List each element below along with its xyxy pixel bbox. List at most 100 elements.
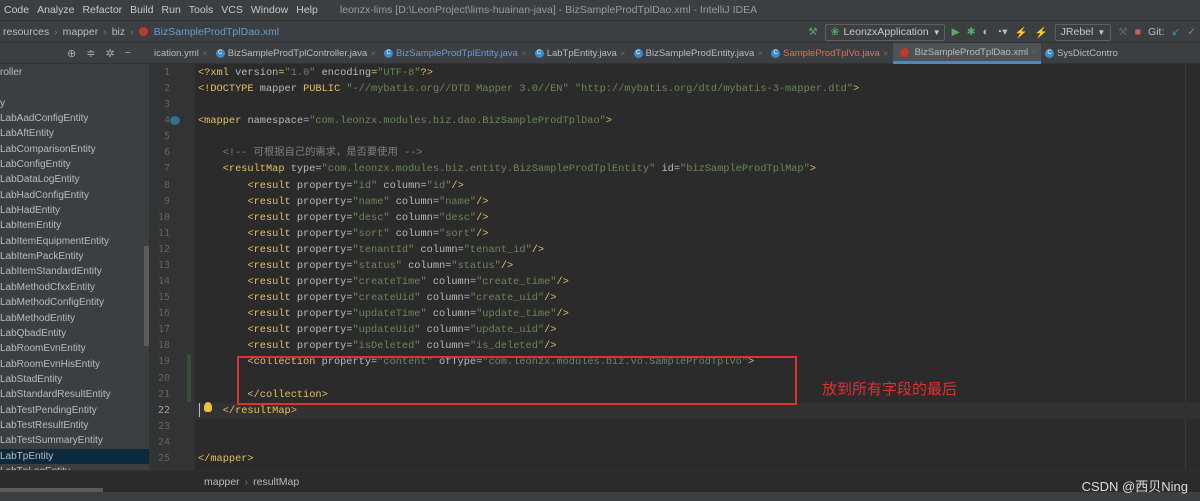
token-val: "com.leonzx.modules.biz.dao.BizSamplePro…: [309, 115, 606, 128]
tree-item[interactable]: LabTestResultEntity: [0, 418, 149, 433]
tree-item[interactable]: LabRoomEvnHisEntity: [0, 357, 149, 372]
tree-item[interactable]: LabMethodConfigEntity: [0, 295, 149, 310]
close-tab-icon[interactable]: ✕: [620, 50, 626, 58]
menu-refactor[interactable]: Refactor: [78, 4, 126, 16]
menu-tools[interactable]: Tools: [185, 4, 218, 16]
breadcrumb-resources[interactable]: resources: [0, 26, 52, 38]
debug-icon[interactable]: ✱: [967, 26, 976, 38]
tab-sysdictcontro[interactable]: C SysDictContro: [1041, 43, 1122, 64]
token-tag: <result: [247, 243, 297, 256]
code-line[interactable]: </resultMap>: [198, 403, 297, 419]
tree-item[interactable]: [0, 80, 149, 95]
tree-item[interactable]: LabMethodEntity: [0, 311, 149, 326]
tree-item[interactable]: LabTestPendingEntity: [0, 403, 149, 418]
code-line[interactable]: <result property="sort" column="sort"/>: [198, 226, 488, 242]
code-line[interactable]: <mapper namespace="com.leonzx.modules.bi…: [198, 113, 612, 129]
menu-help[interactable]: Help: [292, 4, 322, 16]
tree-item[interactable]: LabComparisonEntity: [0, 142, 149, 157]
jrebel-select[interactable]: JRebel ▼: [1054, 23, 1112, 41]
menu-window[interactable]: Window: [247, 4, 292, 16]
collapse-icon[interactable]: ≑: [81, 47, 100, 60]
code-line[interactable]: <result property="createTime" column="cr…: [198, 274, 568, 290]
mybatis-mapper-icon[interactable]: [170, 116, 180, 125]
code-line[interactable]: <result property="updateUid" column="upd…: [198, 322, 556, 338]
tree-item[interactable]: LabStandardResultEntity: [0, 387, 149, 402]
tree-item[interactable]: LabTpEntity: [0, 448, 149, 464]
close-tab-icon[interactable]: ✕: [1031, 48, 1037, 56]
code-line[interactable]: <!DOCTYPE mapper PUBLIC "-//mybatis.org/…: [198, 81, 859, 97]
lightbulb-icon[interactable]: [204, 402, 212, 412]
build-hammer-icon[interactable]: ⚒: [808, 26, 817, 38]
breadcrumb-mapper[interactable]: mapper: [60, 26, 102, 38]
tab-label: SysDictContro: [1057, 48, 1118, 59]
tree-item[interactable]: LabStadEntity: [0, 372, 149, 387]
menu-run[interactable]: Run: [158, 4, 185, 16]
code-line[interactable]: <resultMap type="com.leonzx.modules.biz.…: [198, 161, 816, 177]
hide-icon[interactable]: −: [120, 47, 136, 59]
code-line[interactable]: <result property="updateTime" column="up…: [198, 306, 568, 322]
code-line[interactable]: <?xml version="1.0" encoding="UTF-8"?>: [198, 65, 433, 81]
code-line[interactable]: <result property="name" column="name"/>: [198, 194, 488, 210]
code-line[interactable]: </mapper>: [198, 451, 254, 467]
tree-item[interactable]: LabAftEntity: [0, 126, 149, 141]
gear-icon[interactable]: ✲: [100, 47, 119, 60]
code-line[interactable]: <result property="desc" column="desc"/>: [198, 210, 488, 226]
tree-item[interactable]: LabQbadEntity: [0, 326, 149, 341]
structure-crumb-resultmap[interactable]: resultMap: [250, 476, 302, 488]
tab-bizsampleprodtplcontroller-java[interactable]: C BizSampleProdTplController.java ✕: [212, 43, 380, 64]
close-tab-icon[interactable]: ✕: [202, 50, 208, 58]
close-tab-icon[interactable]: ✕: [883, 50, 889, 58]
structure-crumb-mapper[interactable]: mapper: [201, 476, 243, 488]
breadcrumb-biz[interactable]: biz: [109, 26, 128, 38]
tab-bizsampleprodtplentity-java[interactable]: C BizSampleProdTplEntity.java ✕: [380, 43, 531, 64]
coverage-icon[interactable]: ◐: [983, 26, 989, 38]
tab-sampleprodtplvo-java[interactable]: C SampleProdTplVo.java ✕: [767, 43, 893, 64]
menu-vcs[interactable]: VCS: [217, 4, 247, 16]
code-line[interactable]: <!-- 可根据自己的需求，是否要使用 -->: [198, 145, 423, 161]
code-line[interactable]: <result property="isDeleted" column="is_…: [198, 338, 556, 354]
close-tab-icon[interactable]: ✕: [521, 50, 527, 58]
jrebel-debug-icon[interactable]: ⚡: [1035, 26, 1048, 39]
locate-icon[interactable]: ⊕: [62, 47, 81, 60]
tree-item[interactable]: LabRoomEvnEntity: [0, 341, 149, 356]
tab-bizsampleprodtpldao-xml[interactable]: BizSampleProdTplDao.xml ✕: [892, 43, 1042, 64]
tree-item[interactable]: LabAadConfigEntity: [0, 111, 149, 126]
tree-item[interactable]: LabTestSummaryEntity: [0, 433, 149, 448]
run-config-select[interactable]: ❀ LeonzxApplication ▼: [824, 23, 945, 41]
code-line[interactable]: <result property="status" column="status…: [198, 258, 513, 274]
jrebel-run-icon[interactable]: ⚡: [1015, 26, 1028, 39]
git-update-icon[interactable]: ↙: [1171, 26, 1180, 38]
tree-item[interactable]: y: [0, 96, 149, 111]
close-tab-icon[interactable]: ✕: [757, 50, 763, 58]
tab-bizsampleprodentity-java[interactable]: C BizSampleProdEntity.java ✕: [630, 43, 767, 64]
sidebar-horizontal-scrollbar[interactable]: [0, 488, 103, 492]
tree-item[interactable]: LabDataLogEntity: [0, 172, 149, 187]
line-number: 12: [157, 243, 170, 255]
token-tag: PUBLIC: [303, 83, 347, 96]
close-tab-icon[interactable]: ✕: [370, 50, 376, 58]
tree-item[interactable]: LabItemEntity: [0, 218, 149, 233]
sidebar-scrollbar[interactable]: [144, 246, 149, 346]
tree-item[interactable]: LabHadConfigEntity: [0, 188, 149, 203]
code-line[interactable]: <result property="createUid" column="cre…: [198, 290, 556, 306]
breadcrumb-file[interactable]: BizSampleProdTplDao.xml: [151, 26, 282, 38]
profile-icon[interactable]: ◔▾: [996, 26, 1008, 38]
token-attr: column: [426, 308, 470, 321]
code-line[interactable]: <result property="id" column="id"/>: [198, 178, 463, 194]
run-icon[interactable]: ▶: [952, 26, 960, 38]
menu-build[interactable]: Build: [126, 4, 157, 16]
menu-analyze[interactable]: Analyze: [33, 4, 78, 16]
git-commit-icon[interactable]: ✓: [1187, 26, 1196, 38]
tab-ication-yml[interactable]: ication.yml ✕: [150, 43, 212, 64]
tree-item[interactable]: LabItemStandardEntity: [0, 264, 149, 279]
menu-code[interactable]: Code: [0, 4, 33, 16]
tree-item[interactable]: LabItemEquipmentEntity: [0, 234, 149, 249]
code-line[interactable]: <result property="tenantId" column="tena…: [198, 242, 544, 258]
tree-item[interactable]: LabMethodCfxxEntity: [0, 280, 149, 295]
tree-item[interactable]: roller: [0, 65, 149, 80]
tree-item[interactable]: LabConfigEntity: [0, 157, 149, 172]
stop-icon[interactable]: ■: [1135, 26, 1141, 38]
tree-item[interactable]: LabItemPackEntity: [0, 249, 149, 264]
tree-item[interactable]: LabHadEntity: [0, 203, 149, 218]
tab-labtpentity-java[interactable]: C LabTpEntity.java ✕: [531, 43, 630, 64]
